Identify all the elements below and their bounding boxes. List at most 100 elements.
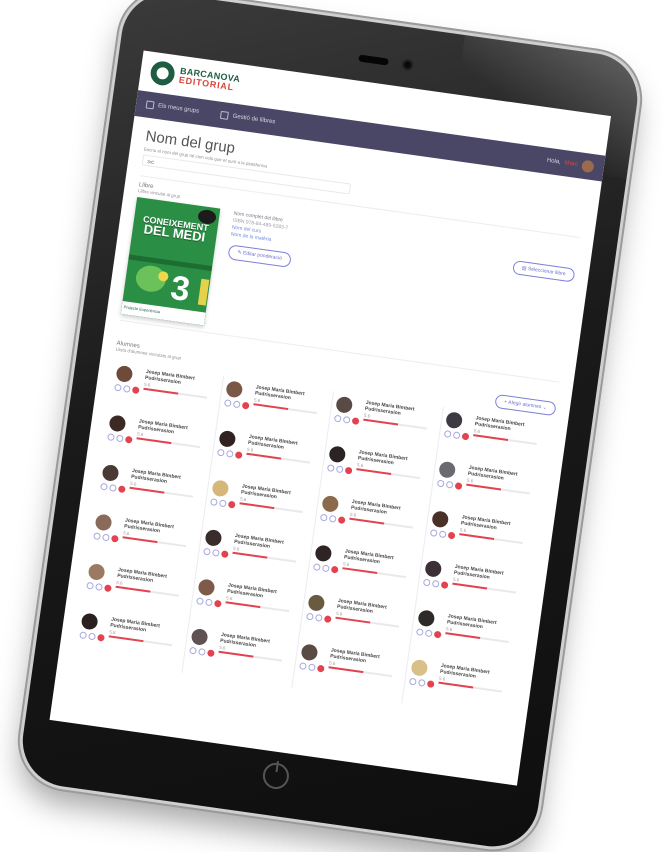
check-icon[interactable] xyxy=(429,529,438,537)
avatar xyxy=(335,395,354,414)
check-icon[interactable] xyxy=(225,449,234,458)
check-icon[interactable] xyxy=(452,431,461,440)
check-icon[interactable] xyxy=(204,598,213,607)
check-icon[interactable] xyxy=(196,597,204,606)
main-content: Nom del grup Escriu el nom del grup tal … xyxy=(57,116,601,729)
check-icon[interactable] xyxy=(209,498,218,507)
check-icon[interactable] xyxy=(218,499,227,508)
check-icon[interactable] xyxy=(79,631,88,640)
close-icon[interactable] xyxy=(440,581,449,590)
check-icon[interactable] xyxy=(107,433,115,442)
avatar xyxy=(80,612,99,631)
select-book-button[interactable]: ▤ Seleccionar llibre xyxy=(511,260,576,283)
close-icon[interactable] xyxy=(454,482,463,490)
check-icon[interactable] xyxy=(415,628,424,637)
close-icon[interactable] xyxy=(351,417,360,426)
check-icon[interactable] xyxy=(328,514,337,523)
check-icon[interactable] xyxy=(216,448,225,457)
check-icon[interactable] xyxy=(319,513,328,522)
close-icon[interactable] xyxy=(323,615,332,624)
check-icon[interactable] xyxy=(211,548,220,557)
avatar xyxy=(581,159,595,174)
nav-my-groups[interactable]: Els meus grups xyxy=(145,100,200,115)
check-icon[interactable] xyxy=(431,579,440,588)
check-icon[interactable] xyxy=(93,532,102,541)
close-icon[interactable] xyxy=(316,664,325,673)
close-icon[interactable] xyxy=(337,516,346,525)
check-icon[interactable] xyxy=(424,629,433,638)
check-icon[interactable] xyxy=(326,464,335,473)
check-icon[interactable] xyxy=(333,414,342,423)
avatar xyxy=(445,411,464,430)
check-icon[interactable] xyxy=(422,578,431,587)
close-icon[interactable] xyxy=(433,630,442,639)
add-students-button[interactable]: + Afegir alumnes ⌄ xyxy=(494,393,557,417)
check-icon[interactable] xyxy=(189,646,198,655)
close-icon[interactable] xyxy=(110,534,119,543)
book-cover: CONEIXEMENT DEL MEDI 3 Projecte Experièn… xyxy=(120,196,221,326)
check-icon[interactable] xyxy=(115,434,124,443)
avatar xyxy=(115,364,134,383)
check-icon[interactable] xyxy=(113,383,122,392)
check-icon[interactable] xyxy=(100,482,108,491)
close-icon[interactable] xyxy=(344,466,353,475)
check-icon[interactable] xyxy=(417,678,426,687)
avatar xyxy=(87,562,106,582)
book-icon xyxy=(220,110,230,120)
check-icon[interactable] xyxy=(102,533,110,542)
cover-grade-tag xyxy=(197,278,210,306)
close-icon[interactable] xyxy=(206,649,215,658)
close-icon[interactable] xyxy=(103,584,112,593)
check-icon[interactable] xyxy=(88,632,97,641)
check-icon[interactable] xyxy=(314,613,323,622)
check-icon[interactable] xyxy=(443,430,452,438)
avatar xyxy=(417,609,436,628)
close-icon[interactable] xyxy=(241,401,250,410)
edit-weighting-button[interactable]: ✎ Editar ponderació xyxy=(227,244,292,268)
cover-flower-icon xyxy=(157,270,170,283)
close-icon[interactable] xyxy=(330,565,339,574)
check-icon[interactable] xyxy=(436,479,445,488)
check-icon[interactable] xyxy=(95,583,103,591)
close-icon[interactable] xyxy=(447,531,456,540)
close-icon[interactable] xyxy=(227,500,236,509)
close-icon[interactable] xyxy=(461,432,470,441)
nav-my-groups-label: Els meus grups xyxy=(157,103,200,115)
check-icon[interactable] xyxy=(342,415,351,424)
check-icon[interactable] xyxy=(86,581,95,590)
check-icon[interactable] xyxy=(198,647,206,656)
add-students-label: Afegir alumnes xyxy=(507,399,542,411)
check-icon[interactable] xyxy=(203,547,211,556)
check-icon[interactable] xyxy=(299,662,307,671)
close-icon[interactable] xyxy=(234,451,243,460)
check-icon[interactable] xyxy=(122,384,131,393)
check-icon[interactable] xyxy=(223,399,232,408)
user-menu[interactable]: Hola, Marc xyxy=(546,155,595,174)
check-icon[interactable] xyxy=(232,400,241,409)
close-icon[interactable] xyxy=(117,485,126,494)
cover-number: 3 xyxy=(168,268,193,310)
check-icon[interactable] xyxy=(108,483,117,492)
check-icon[interactable] xyxy=(438,530,447,539)
nav-book-management[interactable]: Gestió de llibres xyxy=(220,110,276,127)
check-icon[interactable] xyxy=(408,677,417,686)
check-icon[interactable] xyxy=(307,663,316,672)
close-icon[interactable] xyxy=(131,386,140,395)
check-icon[interactable] xyxy=(312,563,321,572)
check-icon[interactable] xyxy=(305,612,314,621)
user-greeting: Hola, xyxy=(546,157,562,166)
close-icon[interactable] xyxy=(124,435,133,444)
check-icon[interactable] xyxy=(321,564,330,573)
check-icon[interactable] xyxy=(445,480,454,489)
close-icon[interactable] xyxy=(213,599,222,608)
chevron-down-icon: ⌄ xyxy=(542,404,548,412)
select-book-label: Seleccionar llibre xyxy=(527,266,566,278)
barcanova-logo[interactable]: BARCANOVA EDITORIAL xyxy=(149,59,241,96)
check-icon[interactable] xyxy=(335,465,344,474)
close-icon[interactable] xyxy=(220,550,229,559)
avatar xyxy=(225,380,244,399)
avatar xyxy=(190,627,209,646)
close-icon[interactable] xyxy=(426,680,435,689)
avatar xyxy=(108,414,127,433)
close-icon[interactable] xyxy=(97,633,105,642)
